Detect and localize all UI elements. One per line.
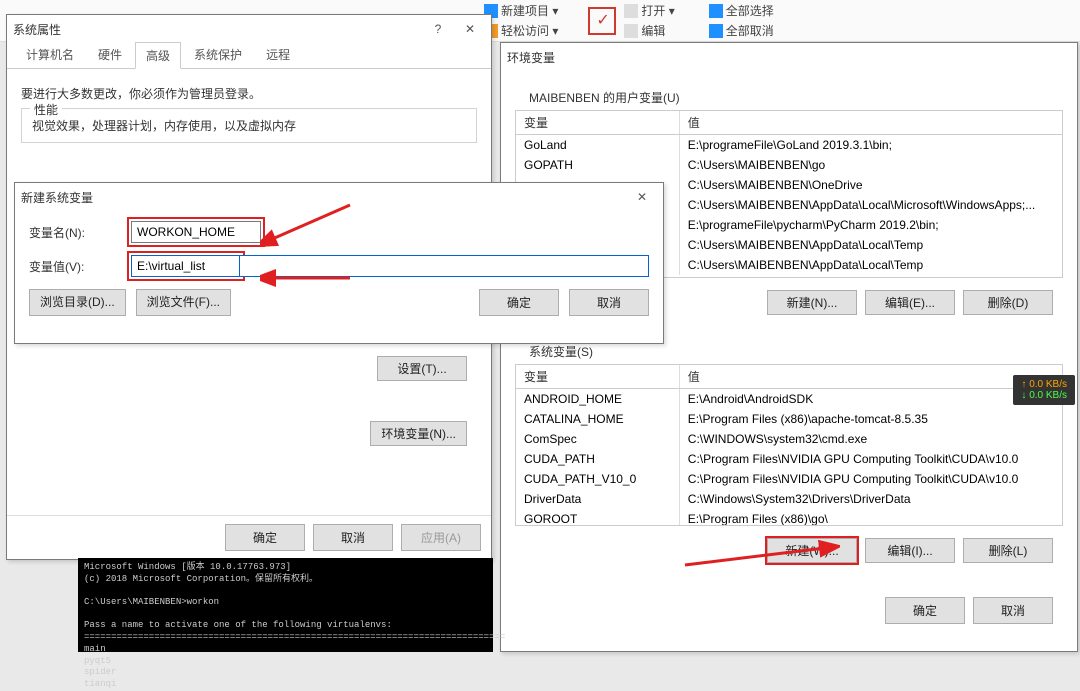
table-row[interactable]: CUDA_PATH_V10_0C:\Program Files\NVIDIA G… <box>516 469 1062 489</box>
perf-legend: 性能 <box>30 101 62 118</box>
sysprops-ok-button[interactable]: 确定 <box>225 524 305 551</box>
env-title: 环境变量 <box>507 49 555 66</box>
select-all-icon <box>709 4 723 18</box>
ribbon-open[interactable]: 打开 ▾ <box>620 1 678 20</box>
col-val[interactable]: 值 <box>680 111 1062 134</box>
env-titlebar: 环境变量 <box>501 43 1077 71</box>
admin-note: 要进行大多数更改，你必须作为管理员登录。 <box>21 85 477 102</box>
user-edit-button[interactable]: 编辑(E)... <box>865 290 955 315</box>
browse-file-button[interactable]: 浏览文件(F)... <box>136 289 231 316</box>
ribbon-edit[interactable]: 编辑 <box>620 21 678 40</box>
upload-speed: ↑ 0.0 KB/s <box>1021 379 1067 390</box>
newvar-titlebar: 新建系统变量 ✕ <box>15 183 663 211</box>
new-variable-dialog: 新建系统变量 ✕ 变量名(N): 变量值(V): 浏览目录(D)... 浏览文件… <box>14 182 664 344</box>
table-row[interactable]: CATALINA_HOMEE:\Program Files (x86)\apac… <box>516 409 1062 429</box>
var-name-input[interactable] <box>131 221 261 243</box>
table-row[interactable]: CUDA_PATHC:\Program Files\NVIDIA GPU Com… <box>516 449 1062 469</box>
tab-system-protection[interactable]: 系统保护 <box>183 41 253 68</box>
ribbon-deselect-all[interactable]: 全部取消 <box>705 21 778 40</box>
sys-new-button[interactable]: 新建(W)... <box>767 538 857 563</box>
col-var[interactable]: 变量 <box>516 365 680 388</box>
env-vars-button[interactable]: 环境变量(N)... <box>370 421 467 446</box>
newvar-title: 新建系统变量 <box>21 189 93 206</box>
ribbon-new-item[interactable]: 新建项目 ▾ <box>480 1 562 20</box>
var-value-input[interactable] <box>131 255 241 277</box>
env-vars-window: 环境变量 MAIBENBEN 的用户变量(U) 变量值 GoLandE:\pro… <box>500 42 1078 652</box>
table-row[interactable]: GOROOTE:\Program Files (x86)\go\ <box>516 509 1062 526</box>
ribbon-properties-icon[interactable] <box>588 7 616 35</box>
user-new-button[interactable]: 新建(N)... <box>767 290 857 315</box>
col-val[interactable]: 值 <box>680 365 1062 388</box>
terminal-window[interactable]: Microsoft Windows [版本 10.0.17763.973] (c… <box>78 558 493 652</box>
tab-hardware[interactable]: 硬件 <box>87 41 133 68</box>
var-value-label: 变量值(V): <box>29 258 119 275</box>
deselect-icon <box>709 24 723 38</box>
user-delete-button[interactable]: 删除(D) <box>963 290 1053 315</box>
sysprops-titlebar: 系统属性 ?✕ <box>7 15 491 43</box>
edit-icon <box>624 24 638 38</box>
settings-button[interactable]: 设置(T)... <box>377 356 467 381</box>
table-row[interactable]: ComSpecC:\WINDOWS\system32\cmd.exe <box>516 429 1062 449</box>
browse-dir-button[interactable]: 浏览目录(D)... <box>29 289 126 316</box>
close-button[interactable]: ✕ <box>455 22 485 36</box>
sys-delete-button[interactable]: 删除(L) <box>963 538 1053 563</box>
download-speed: ↓ 0.0 KB/s <box>1021 390 1067 401</box>
table-row[interactable]: GoLandE:\programeFile\GoLand 2019.3.1\bi… <box>516 135 1062 155</box>
newvar-close-button[interactable]: ✕ <box>627 190 657 204</box>
sys-vars-table[interactable]: 变量值 ANDROID_HOMEE:\Android\AndroidSDK CA… <box>515 364 1063 526</box>
user-vars-label: MAIBENBEN 的用户变量(U) <box>515 81 1063 106</box>
sysprops-cancel-button[interactable]: 取消 <box>313 524 393 551</box>
open-icon <box>624 4 638 18</box>
performance-group: 性能 视觉效果，处理器计划，内存使用，以及虚拟内存 <box>21 108 477 143</box>
var-value-input-ext[interactable] <box>239 255 649 277</box>
col-var[interactable]: 变量 <box>516 111 680 134</box>
newvar-cancel-button[interactable]: 取消 <box>569 289 649 316</box>
sysprops-tabs: 计算机名 硬件 高级 系统保护 远程 <box>7 43 491 69</box>
sysprops-apply-button[interactable]: 应用(A) <box>401 524 481 551</box>
table-row[interactable]: ANDROID_HOMEE:\Android\AndroidSDK <box>516 389 1062 409</box>
help-button[interactable]: ? <box>423 22 453 36</box>
sysprops-title: 系统属性 <box>13 21 61 38</box>
var-name-label: 变量名(N): <box>29 224 119 241</box>
perf-text: 视觉效果，处理器计划，内存使用，以及虚拟内存 <box>32 117 466 134</box>
sys-edit-button[interactable]: 编辑(I)... <box>865 538 955 563</box>
newvar-ok-button[interactable]: 确定 <box>479 289 559 316</box>
network-speed-overlay: ↑ 0.0 KB/s ↓ 0.0 KB/s <box>1013 375 1075 405</box>
ribbon-easy-access[interactable]: 轻松访问 ▾ <box>480 21 562 40</box>
tab-computer-name[interactable]: 计算机名 <box>15 41 85 68</box>
tab-remote[interactable]: 远程 <box>255 41 301 68</box>
env-cancel-button[interactable]: 取消 <box>973 597 1053 624</box>
table-row[interactable]: DriverDataC:\Windows\System32\Drivers\Dr… <box>516 489 1062 509</box>
env-ok-button[interactable]: 确定 <box>885 597 965 624</box>
ribbon-select-all[interactable]: 全部选择 <box>705 1 778 20</box>
table-row[interactable]: GOPATHC:\Users\MAIBENBEN\go <box>516 155 1062 175</box>
tab-advanced[interactable]: 高级 <box>135 42 181 69</box>
